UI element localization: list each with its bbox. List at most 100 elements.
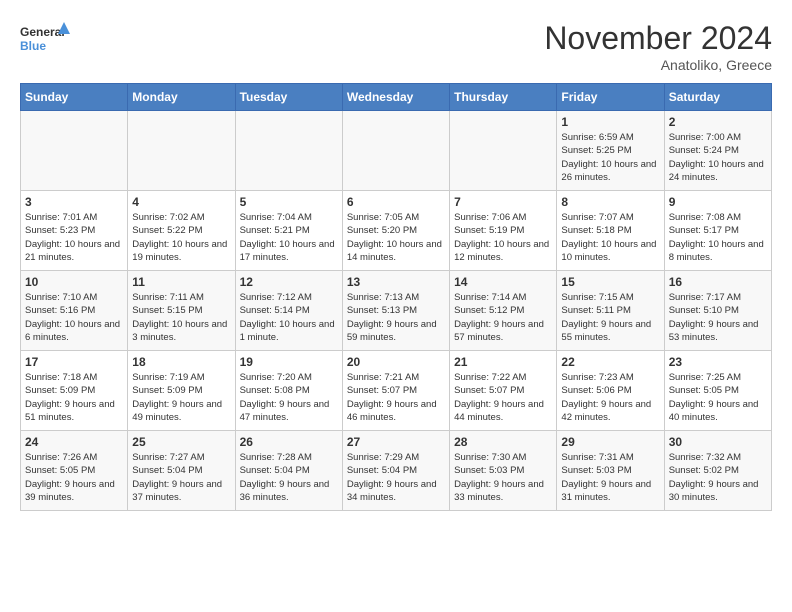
day-info: Sunrise: 7:27 AM Sunset: 5:04 PM Dayligh… (132, 451, 230, 504)
day-number: 8 (561, 195, 659, 209)
day-cell (128, 111, 235, 191)
day-cell: 12 Sunrise: 7:12 AM Sunset: 5:14 PM Dayli… (235, 271, 342, 351)
day-cell (342, 111, 449, 191)
day-cell: 30 Sunrise: 7:32 AM Sunset: 5:02 PM Dayli… (664, 431, 771, 511)
week-row-5: 24 Sunrise: 7:26 AM Sunset: 5:05 PM Dayli… (21, 431, 772, 511)
day-info: Sunrise: 7:11 AM Sunset: 5:15 PM Dayligh… (132, 291, 230, 344)
day-number: 21 (454, 355, 552, 369)
day-number: 27 (347, 435, 445, 449)
day-info: Sunrise: 6:59 AM Sunset: 5:25 PM Dayligh… (561, 131, 659, 184)
day-info: Sunrise: 7:02 AM Sunset: 5:22 PM Dayligh… (132, 211, 230, 264)
day-number: 23 (669, 355, 767, 369)
day-number: 30 (669, 435, 767, 449)
day-cell: 29Sunrise: 7:31 AM Sunset: 5:03 PM Dayli… (557, 431, 664, 511)
day-info: Sunrise: 7:32 AM Sunset: 5:02 PM Dayligh… (669, 451, 767, 504)
day-cell: 13 Sunrise: 7:13 AM Sunset: 5:13 PM Dayli… (342, 271, 449, 351)
day-info: Sunrise: 7:08 AM Sunset: 5:17 PM Dayligh… (669, 211, 767, 264)
day-number: 19 (240, 355, 338, 369)
header: General Blue November 2024 Anatoliko, Gr… (20, 20, 772, 73)
header-row: SundayMondayTuesdayWednesdayThursdayFrid… (21, 84, 772, 111)
day-cell: 6 Sunrise: 7:05 AM Sunset: 5:20 PM Daylig… (342, 191, 449, 271)
day-cell: 5 Sunrise: 7:04 AM Sunset: 5:21 PM Daylig… (235, 191, 342, 271)
month-title: November 2024 (544, 20, 772, 57)
day-number: 6 (347, 195, 445, 209)
day-number: 16 (669, 275, 767, 289)
week-row-1: 1 Sunrise: 6:59 AM Sunset: 5:25 PM Daylig… (21, 111, 772, 191)
subtitle: Anatoliko, Greece (544, 57, 772, 73)
day-info: Sunrise: 7:01 AM Sunset: 5:23 PM Dayligh… (25, 211, 123, 264)
day-info: Sunrise: 7:13 AM Sunset: 5:13 PM Dayligh… (347, 291, 445, 344)
day-info: Sunrise: 7:14 AM Sunset: 5:12 PM Dayligh… (454, 291, 552, 344)
logo: General Blue (20, 20, 70, 60)
day-cell: 27 Sunrise: 7:29 AM Sunset: 5:04 PM Dayli… (342, 431, 449, 511)
day-info: Sunrise: 7:06 AM Sunset: 5:19 PM Dayligh… (454, 211, 552, 264)
day-cell: 1 Sunrise: 6:59 AM Sunset: 5:25 PM Daylig… (557, 111, 664, 191)
day-cell: 7Sunrise: 7:06 AM Sunset: 5:19 PM Daylig… (450, 191, 557, 271)
day-info: Sunrise: 7:22 AM Sunset: 5:07 PM Dayligh… (454, 371, 552, 424)
day-info: Sunrise: 7:25 AM Sunset: 5:05 PM Dayligh… (669, 371, 767, 424)
title-area: November 2024 Anatoliko, Greece (544, 20, 772, 73)
day-info: Sunrise: 7:05 AM Sunset: 5:20 PM Dayligh… (347, 211, 445, 264)
day-number: 2 (669, 115, 767, 129)
day-info: Sunrise: 7:15 AM Sunset: 5:11 PM Dayligh… (561, 291, 659, 344)
day-cell: 16 Sunrise: 7:17 AM Sunset: 5:10 PM Dayli… (664, 271, 771, 351)
day-info: Sunrise: 7:30 AM Sunset: 5:03 PM Dayligh… (454, 451, 552, 504)
day-number: 25 (132, 435, 230, 449)
day-cell: 2 Sunrise: 7:00 AM Sunset: 5:24 PM Daylig… (664, 111, 771, 191)
day-cell (450, 111, 557, 191)
day-cell: 28 Sunrise: 7:30 AM Sunset: 5:03 PM Dayli… (450, 431, 557, 511)
day-number: 12 (240, 275, 338, 289)
day-cell: 8 Sunrise: 7:07 AM Sunset: 5:18 PM Daylig… (557, 191, 664, 271)
day-cell: 17Sunrise: 7:18 AM Sunset: 5:09 PM Dayli… (21, 351, 128, 431)
day-number: 3 (25, 195, 123, 209)
day-info: Sunrise: 7:00 AM Sunset: 5:24 PM Dayligh… (669, 131, 767, 184)
day-info: Sunrise: 7:19 AM Sunset: 5:09 PM Dayligh… (132, 371, 230, 424)
week-row-2: 3 Sunrise: 7:01 AM Sunset: 5:23 PM Daylig… (21, 191, 772, 271)
day-cell: 11 Sunrise: 7:11 AM Sunset: 5:15 PM Dayli… (128, 271, 235, 351)
header-cell-monday: Monday (128, 84, 235, 111)
calendar-table: SundayMondayTuesdayWednesdayThursdayFrid… (20, 83, 772, 511)
day-cell: 23 Sunrise: 7:25 AM Sunset: 5:05 PM Dayli… (664, 351, 771, 431)
header-cell-thursday: Thursday (450, 84, 557, 111)
day-cell: 26Sunrise: 7:28 AM Sunset: 5:04 PM Dayli… (235, 431, 342, 511)
header-cell-friday: Friday (557, 84, 664, 111)
day-info: Sunrise: 7:17 AM Sunset: 5:10 PM Dayligh… (669, 291, 767, 344)
header-cell-saturday: Saturday (664, 84, 771, 111)
day-cell (21, 111, 128, 191)
day-info: Sunrise: 7:21 AM Sunset: 5:07 PM Dayligh… (347, 371, 445, 424)
day-number: 9 (669, 195, 767, 209)
day-info: Sunrise: 7:26 AM Sunset: 5:05 PM Dayligh… (25, 451, 123, 504)
week-row-3: 10Sunrise: 7:10 AM Sunset: 5:16 PM Dayli… (21, 271, 772, 351)
svg-text:General: General (20, 25, 65, 39)
day-info: Sunrise: 7:28 AM Sunset: 5:04 PM Dayligh… (240, 451, 338, 504)
day-number: 11 (132, 275, 230, 289)
day-cell: 14 Sunrise: 7:14 AM Sunset: 5:12 PM Dayli… (450, 271, 557, 351)
day-number: 22 (561, 355, 659, 369)
day-cell: 22 Sunrise: 7:23 AM Sunset: 5:06 PM Dayli… (557, 351, 664, 431)
day-info: Sunrise: 7:12 AM Sunset: 5:14 PM Dayligh… (240, 291, 338, 344)
day-number: 28 (454, 435, 552, 449)
day-number: 5 (240, 195, 338, 209)
day-info: Sunrise: 7:23 AM Sunset: 5:06 PM Dayligh… (561, 371, 659, 424)
day-number: 24 (25, 435, 123, 449)
day-info: Sunrise: 7:29 AM Sunset: 5:04 PM Dayligh… (347, 451, 445, 504)
day-number: 14 (454, 275, 552, 289)
svg-text:Blue: Blue (20, 39, 46, 53)
day-cell: 20Sunrise: 7:21 AM Sunset: 5:07 PM Dayli… (342, 351, 449, 431)
day-info: Sunrise: 7:20 AM Sunset: 5:08 PM Dayligh… (240, 371, 338, 424)
day-number: 1 (561, 115, 659, 129)
day-info: Sunrise: 7:04 AM Sunset: 5:21 PM Dayligh… (240, 211, 338, 264)
week-row-4: 17Sunrise: 7:18 AM Sunset: 5:09 PM Dayli… (21, 351, 772, 431)
day-number: 13 (347, 275, 445, 289)
day-info: Sunrise: 7:10 AM Sunset: 5:16 PM Dayligh… (25, 291, 123, 344)
day-info: Sunrise: 7:18 AM Sunset: 5:09 PM Dayligh… (25, 371, 123, 424)
day-number: 15 (561, 275, 659, 289)
day-cell: 15 Sunrise: 7:15 AM Sunset: 5:11 PM Dayli… (557, 271, 664, 351)
day-number: 18 (132, 355, 230, 369)
day-cell (235, 111, 342, 191)
day-cell: 21 Sunrise: 7:22 AM Sunset: 5:07 PM Dayli… (450, 351, 557, 431)
day-info: Sunrise: 7:07 AM Sunset: 5:18 PM Dayligh… (561, 211, 659, 264)
day-cell: 10Sunrise: 7:10 AM Sunset: 5:16 PM Dayli… (21, 271, 128, 351)
day-cell: 24 Sunrise: 7:26 AM Sunset: 5:05 PM Dayli… (21, 431, 128, 511)
header-cell-sunday: Sunday (21, 84, 128, 111)
